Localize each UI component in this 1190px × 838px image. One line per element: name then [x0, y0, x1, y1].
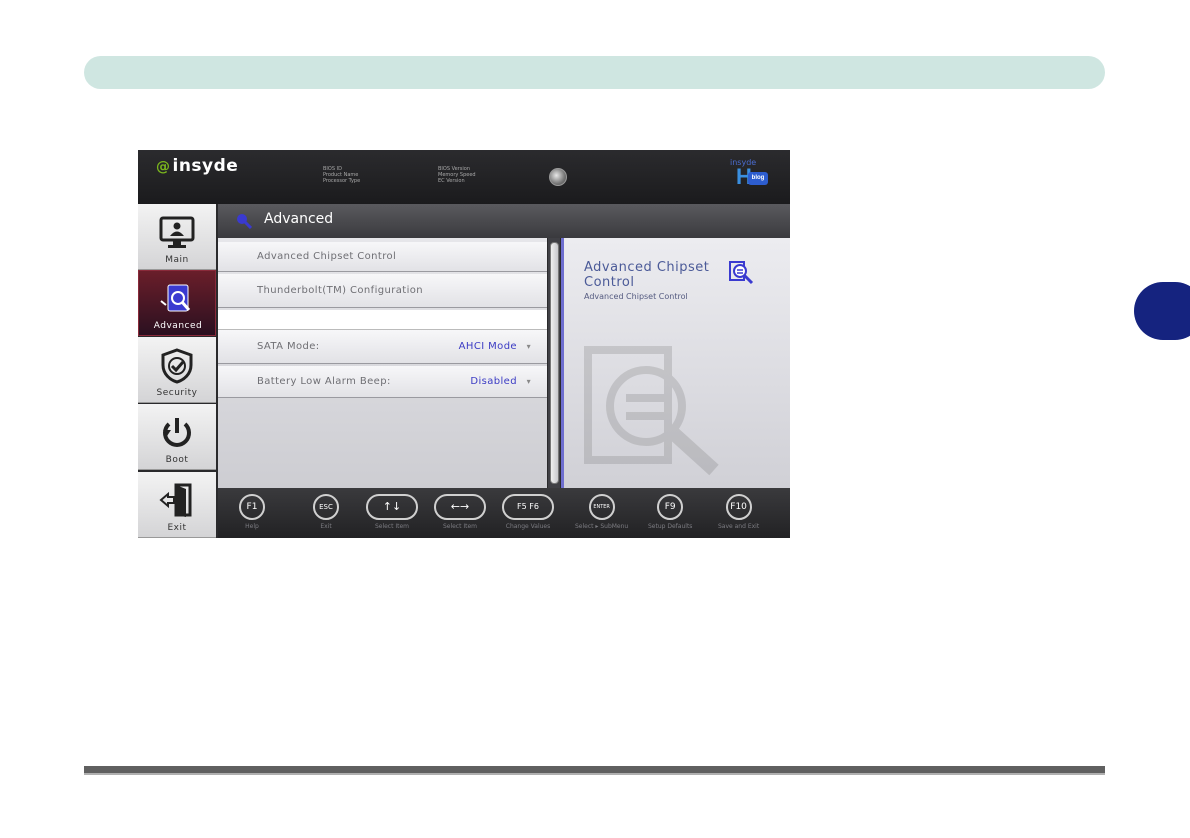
help-title: Advanced Chipset Control: [584, 260, 710, 290]
sidebar-item-label: Advanced: [153, 321, 203, 331]
key-hint-label: Select Item: [442, 523, 478, 530]
sysinfo-line: Processor Type: [323, 178, 361, 184]
key-hint-label: Setup Defaults: [648, 523, 693, 530]
menu-panel: Advanced Chipset Control Thunderbolt(TM)…: [218, 238, 547, 488]
key-hint-f9[interactable]: F9 Setup Defaults: [648, 494, 692, 530]
bios-top-bar: @ insyde BIOS ID Product Name Processor T…: [138, 150, 790, 204]
logo-swirl-icon: @: [156, 159, 171, 175]
page-title: Advanced: [264, 211, 334, 227]
footer-rule: [84, 766, 1105, 775]
page-title-bar: Advanced: [218, 204, 790, 238]
dropdown-arrow-icon: ▾: [526, 342, 531, 351]
power-icon: [163, 418, 191, 447]
insyde-logo: @ insyde: [156, 156, 238, 176]
menu-item-blank: [218, 310, 547, 330]
logo-text: insyde: [172, 156, 239, 176]
menu-item-label: Thunderbolt(TM) Configuration: [257, 285, 424, 296]
key-esc-icon: ESC: [313, 494, 339, 520]
key-hint-f5-f6[interactable]: F5 F6 Change Values: [502, 494, 554, 530]
sysinfo-right: BIOS Version Memory Speed EC Version: [438, 166, 476, 184]
arrow-left-right-icon: ←→: [434, 494, 486, 520]
menu-item-label: Battery Low Alarm Beep:: [257, 376, 391, 387]
key-hint-esc[interactable]: ESC Exit: [313, 494, 339, 530]
sidebar-item-label: Security: [156, 388, 198, 398]
key-hint-label: Select ▸ SubMenu: [575, 523, 629, 530]
key-hint-f1[interactable]: F1 Help: [239, 494, 265, 530]
menu-item-label: Advanced Chipset Control: [257, 251, 397, 262]
menu-item-sata-mode[interactable]: SATA Mode: AHCI Mode ▾: [218, 330, 547, 364]
arrow-up-down-icon: ↑↓: [366, 494, 418, 520]
magnifier-icon: [237, 214, 252, 229]
document-search-icon: [160, 284, 191, 312]
key-hint-label: Save and Exit: [718, 523, 760, 530]
sata-mode-value[interactable]: AHCI Mode: [459, 330, 517, 364]
key-enter-icon: ENTER: [588, 494, 615, 520]
scrollbar[interactable]: [548, 238, 560, 488]
help-panel: Advanced Chipset Control Advanced Chipse…: [561, 238, 790, 488]
sidebar-item-exit[interactable]: Exit: [138, 472, 216, 538]
key-f1-icon: F1: [239, 494, 265, 520]
bios-sidebar: Main Advanced Security Boot Exit: [138, 204, 216, 538]
key-hint-enter[interactable]: ENTER Select ▸ SubMenu: [575, 494, 628, 530]
h2o-badge: blog: [748, 172, 768, 185]
key-hint-f10[interactable]: F10 Save and Exit: [718, 494, 759, 530]
sidebar-item-label: Exit: [167, 523, 187, 533]
power-button[interactable]: [549, 168, 567, 186]
dropdown-arrow-icon: ▾: [526, 377, 531, 386]
key-hint-left-right[interactable]: ←→ Select Item: [434, 494, 486, 530]
document-search-icon: [729, 261, 754, 285]
key-hint-up-down[interactable]: ↑↓ Select Item: [366, 494, 418, 530]
key-hint-label: Change Values: [505, 523, 551, 530]
page-header-bar: [84, 56, 1105, 89]
key-f10-icon: F10: [725, 494, 752, 520]
key-hint-label: Select Item: [374, 523, 410, 530]
key-hint-bar: F1 Help ESC Exit ↑↓ Select Item ←→ Selec…: [218, 488, 790, 538]
sysinfo-left: BIOS ID Product Name Processor Type: [323, 166, 360, 184]
sidebar-item-main[interactable]: Main: [138, 204, 216, 270]
h2o-logo: insyde H blog: [730, 158, 770, 190]
scrollbar-thumb[interactable]: [550, 242, 559, 484]
key-f9-icon: F9: [657, 494, 684, 520]
key-f5-f6-icon: F5 F6: [502, 494, 554, 520]
document-search-watermark-icon: [584, 346, 719, 476]
sidebar-item-boot[interactable]: Boot: [138, 404, 216, 470]
menu-item-thunderbolt-configuration[interactable]: Thunderbolt(TM) Configuration: [218, 274, 547, 308]
sidebar-item-label: Main: [165, 255, 189, 265]
shield-check-icon: [161, 348, 193, 384]
menu-item-battery-low-alarm-beep[interactable]: Battery Low Alarm Beep: Disabled ▾: [218, 366, 547, 398]
chapter-tab: [1134, 282, 1190, 340]
sidebar-item-label: Boot: [165, 455, 189, 465]
sidebar-item-security[interactable]: Security: [138, 337, 216, 403]
exit-door-icon: [159, 483, 192, 517]
help-description: Advanced Chipset Control: [584, 292, 688, 301]
menu-item-advanced-chipset-control[interactable]: Advanced Chipset Control: [218, 242, 547, 272]
sidebar-item-advanced[interactable]: Advanced: [138, 270, 216, 336]
sysinfo-line: EC Version: [438, 178, 465, 184]
key-hint-label: Help: [245, 523, 259, 530]
menu-item-label: SATA Mode:: [257, 341, 320, 352]
bios-screenshot: @ insyde BIOS ID Product Name Processor T…: [138, 150, 790, 538]
battery-alarm-value[interactable]: Disabled: [470, 366, 517, 398]
monitor-icon: [159, 216, 195, 248]
key-hint-label: Exit: [320, 523, 332, 530]
